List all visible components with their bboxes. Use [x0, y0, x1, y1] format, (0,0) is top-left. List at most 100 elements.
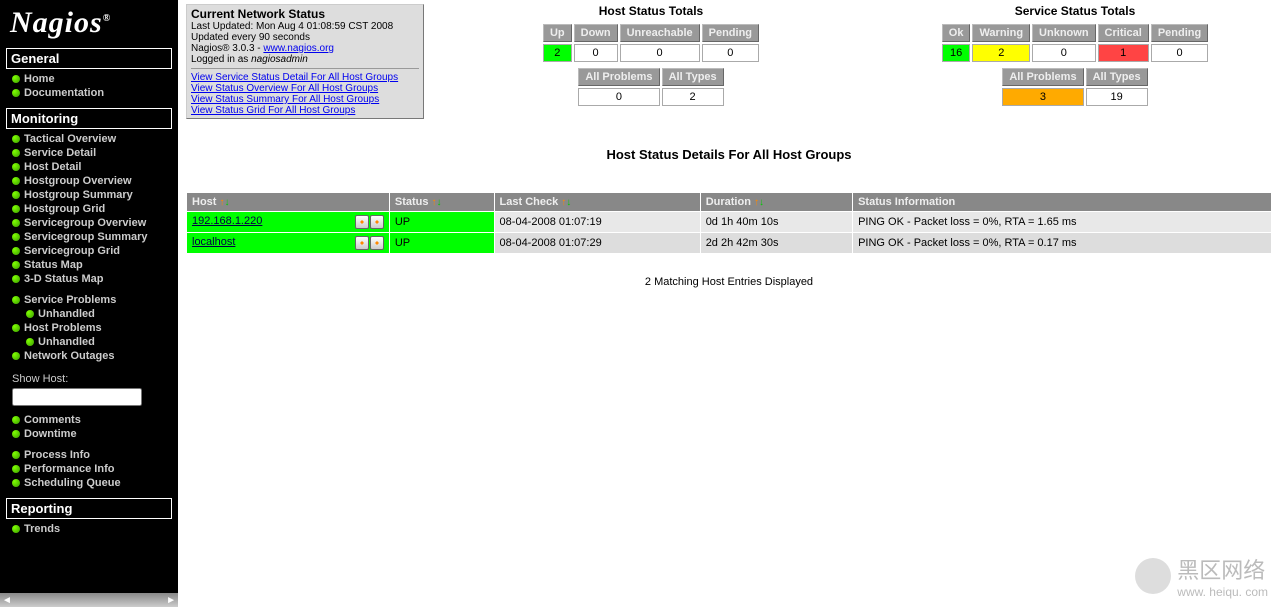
nav-item[interactable]: Performance Info [6, 462, 172, 476]
bullet-icon [12, 451, 20, 459]
totals-value[interactable]: 0 [702, 44, 759, 62]
info-updated: Last Updated: Mon Aug 4 01:08:59 CST 200… [191, 21, 419, 32]
bullet-icon [12, 219, 20, 227]
totals-header[interactable]: Down [574, 24, 618, 42]
bullet-icon [26, 338, 34, 346]
totals-header[interactable]: Warning [972, 24, 1030, 42]
totals-value[interactable]: 2 [972, 44, 1030, 62]
nav-item[interactable]: Hostgroup Grid [6, 202, 172, 216]
host-totals: Host Status Totals UpDownUnreachablePend… [454, 4, 848, 111]
totals-value[interactable]: 16 [942, 44, 971, 62]
totals-header[interactable]: All Types [1086, 68, 1148, 86]
detail-icon[interactable] [355, 215, 369, 229]
nav-item[interactable]: Service Detail [6, 146, 172, 160]
nav-item[interactable]: Unhandled [6, 307, 172, 321]
totals-header[interactable]: All Problems [1002, 68, 1083, 86]
section-monitoring: Monitoring [6, 108, 172, 129]
nav-item[interactable]: Servicegroup Grid [6, 244, 172, 258]
totals-header[interactable]: Ok [942, 24, 971, 42]
mushroom-icon [1135, 558, 1171, 594]
nav-item[interactable]: Hostgroup Summary [6, 188, 172, 202]
status-cell: UP [390, 233, 494, 253]
bullet-icon [12, 296, 20, 304]
totals-value[interactable]: 19 [1086, 88, 1148, 106]
totals-value[interactable]: 0 [578, 88, 659, 106]
nav-item[interactable]: Comments [6, 413, 172, 427]
show-host: Show Host: [6, 369, 172, 412]
nagios-link[interactable]: www.nagios.org [263, 43, 334, 54]
info-link[interactable]: View Status Summary For All Host Groups [191, 94, 379, 105]
nav-item[interactable]: Unhandled [6, 335, 172, 349]
bullet-icon [12, 205, 20, 213]
bullet-icon [26, 310, 34, 318]
status-col-header[interactable]: Status ↑↓ [390, 193, 494, 211]
service-icon[interactable] [370, 215, 384, 229]
nav-item[interactable]: Status Map [6, 258, 172, 272]
totals-value[interactable]: 3 [1002, 88, 1083, 106]
nav-item[interactable]: Trends [6, 522, 172, 536]
totals-header[interactable]: All Problems [578, 68, 659, 86]
totals-value[interactable]: 0 [574, 44, 618, 62]
info-refresh: Updated every 90 seconds [191, 32, 419, 43]
totals-header[interactable]: Up [543, 24, 572, 42]
section-reporting: Reporting [6, 498, 172, 519]
status-col-header[interactable]: Status Information [853, 193, 1271, 211]
totals-header[interactable]: Pending [1151, 24, 1208, 42]
totals-value[interactable]: 0 [1151, 44, 1208, 62]
status-col-header[interactable]: Duration ↑↓ [701, 193, 852, 211]
totals-value[interactable]: 2 [662, 88, 724, 106]
totals-value[interactable]: 2 [543, 44, 572, 62]
nav-item[interactable]: 3-D Status Map [6, 272, 172, 286]
totals-header[interactable]: Unreachable [620, 24, 700, 42]
info-version: Nagios® 3.0.3 - www.nagios.org [191, 43, 419, 54]
page-title: Host Status Details For All Host Groups [186, 147, 1272, 162]
detail-icon[interactable] [355, 236, 369, 250]
info-box: Current Network Status Last Updated: Mon… [186, 4, 424, 119]
info-title: Current Network Status [191, 7, 419, 21]
bullet-icon [12, 163, 20, 171]
nav-item[interactable]: Host Detail [6, 160, 172, 174]
bullet-icon [12, 324, 20, 332]
status-col-header[interactable]: Last Check ↑↓ [495, 193, 700, 211]
lastcheck-cell: 08-04-2008 01:07:29 [495, 233, 700, 253]
totals-header[interactable]: Pending [702, 24, 759, 42]
scrollbar[interactable]: ◄► [0, 593, 178, 607]
nav-item[interactable]: Process Info [6, 448, 172, 462]
info-link[interactable]: View Service Status Detail For All Host … [191, 72, 398, 83]
nav-item[interactable]: Service Problems [6, 293, 172, 307]
bullet-icon [12, 233, 20, 241]
nav-item[interactable]: Downtime [6, 427, 172, 441]
totals-header[interactable]: Unknown [1032, 24, 1096, 42]
nav-item[interactable]: Servicegroup Summary [6, 230, 172, 244]
nav-item[interactable]: Home [6, 72, 172, 86]
nav-item[interactable]: Scheduling Queue [6, 476, 172, 490]
info-link[interactable]: View Status Overview For All Host Groups [191, 83, 378, 94]
nav-item[interactable]: Tactical Overview [6, 132, 172, 146]
status-cell: UP [390, 212, 494, 232]
totals-value[interactable]: 0 [1032, 44, 1096, 62]
totals-value[interactable]: 0 [620, 44, 700, 62]
bullet-icon [12, 479, 20, 487]
matching-count: 2 Matching Host Entries Displayed [186, 276, 1272, 288]
watermark: 黑区网络www. heiqu. com [1135, 553, 1268, 599]
nav-item[interactable]: Network Outages [6, 349, 172, 363]
totals-header[interactable]: Critical [1098, 24, 1149, 42]
section-general: General [6, 48, 172, 69]
status-table: Host ↑↓Status ↑↓Last Check ↑↓Duration ↑↓… [186, 192, 1272, 254]
host-cell[interactable]: 192.168.1.220 [187, 212, 389, 232]
totals-value[interactable]: 1 [1098, 44, 1149, 62]
host-cell[interactable]: localhost [187, 233, 389, 253]
table-row: localhostUP08-04-2008 01:07:292d 2h 42m … [187, 233, 1271, 253]
show-host-input[interactable] [12, 388, 142, 406]
service-icon[interactable] [370, 236, 384, 250]
status-col-header[interactable]: Host ↑↓ [187, 193, 389, 211]
nav-item[interactable]: Servicegroup Overview [6, 216, 172, 230]
nav-item[interactable]: Host Problems [6, 321, 172, 335]
nav-item[interactable]: Hostgroup Overview [6, 174, 172, 188]
totals-header[interactable]: All Types [662, 68, 724, 86]
bullet-icon [12, 191, 20, 199]
bullet-icon [12, 89, 20, 97]
service-totals: Service Status Totals OkWarningUnknownCr… [878, 4, 1272, 111]
nav-item[interactable]: Documentation [6, 86, 172, 100]
info-link[interactable]: View Status Grid For All Host Groups [191, 105, 355, 116]
